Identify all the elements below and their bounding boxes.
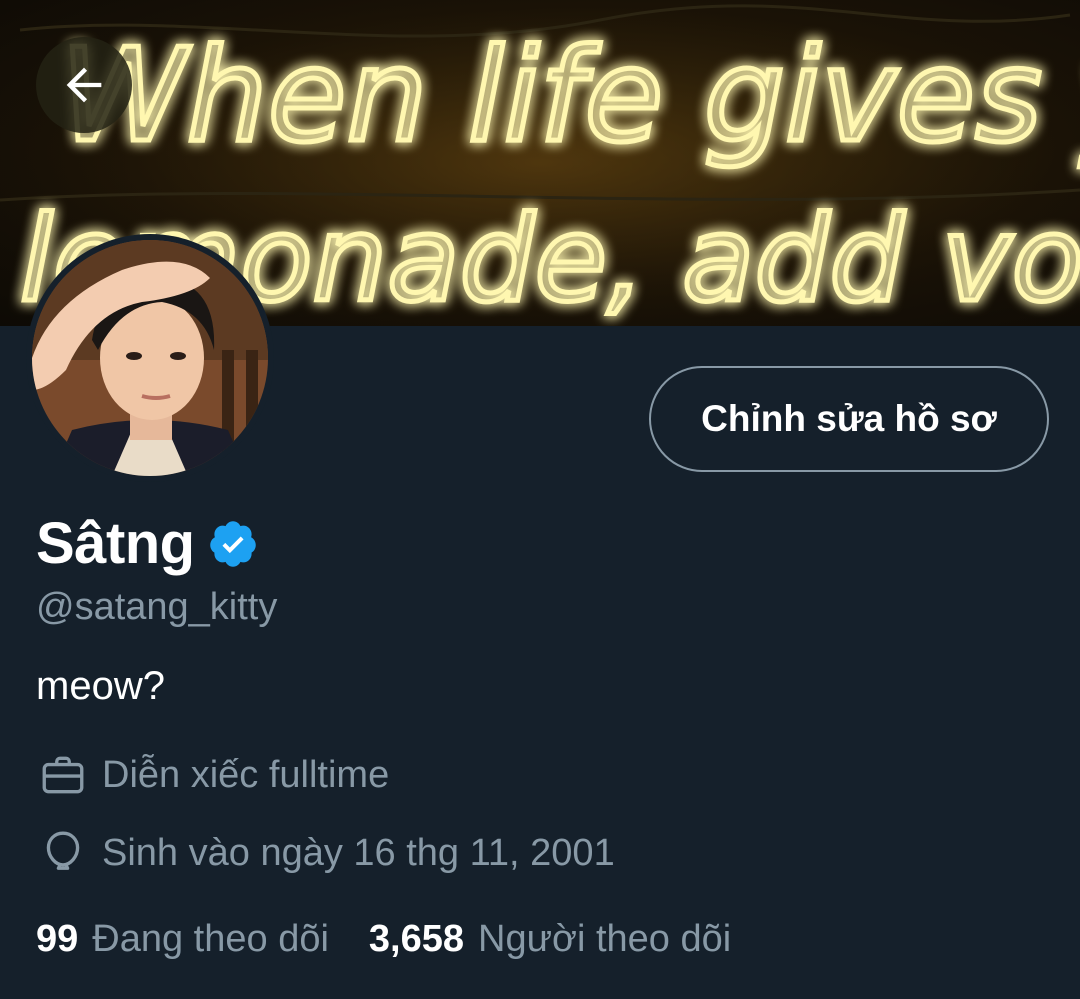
followers-link[interactable]: 3,658 Người theo dõi — [369, 918, 731, 961]
follow-stats: 99 Đang theo dõi 3,658 Người theo dõi — [36, 918, 731, 961]
followers-label: Người theo dõi — [478, 918, 732, 960]
balloon-icon — [36, 826, 90, 880]
avatar[interactable] — [26, 234, 274, 482]
verified-badge-icon — [209, 520, 256, 567]
profile-birthdate: Sinh vào ngày 16 thg 11, 2001 — [36, 826, 615, 880]
briefcase-icon — [36, 748, 90, 802]
edit-profile-button[interactable]: Chỉnh sửa hồ sơ — [649, 366, 1049, 472]
following-count: 99 — [36, 918, 79, 960]
profile-bio: meow? — [36, 664, 165, 708]
following-link[interactable]: 99 Đang theo dõi — [36, 918, 329, 961]
job-text: Diễn xiếc fulltime — [102, 753, 390, 796]
name-row: Sâtng — [36, 510, 259, 577]
back-arrow-icon — [66, 67, 102, 103]
back-button[interactable] — [36, 37, 132, 133]
display-name: Sâtng — [36, 511, 195, 576]
followers-count: 3,658 — [368, 918, 465, 960]
banner-line-1: When life gives you — [60, 22, 1080, 171]
following-label: Đang theo dõi — [92, 918, 329, 960]
avatar-image — [32, 240, 268, 476]
profile-job: Diễn xiếc fulltime — [36, 748, 389, 802]
birth-text: Sinh vào ngày 16 thg 11, 2001 — [102, 831, 615, 874]
profile-handle: @satang_kitty — [36, 586, 278, 628]
